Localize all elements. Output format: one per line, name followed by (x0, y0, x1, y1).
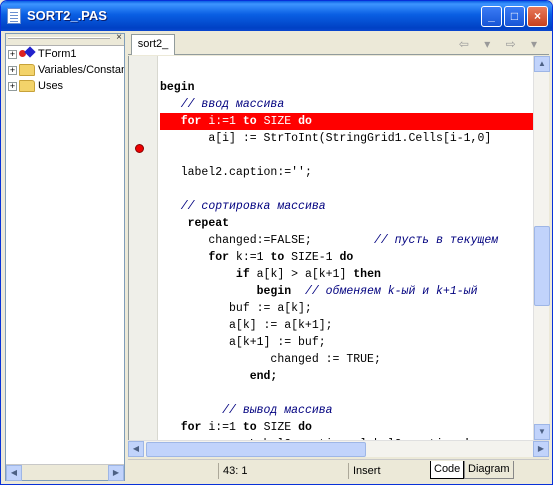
code-token: // пусть в текущем (373, 234, 499, 247)
code-token: then (353, 268, 381, 281)
code-token: end; (249, 370, 278, 383)
code-token: SIZE (263, 115, 299, 128)
code-token: to (270, 251, 292, 264)
code-token: do (298, 115, 312, 128)
code-token: a[i] := StrToInt(StringGrid1.Cells[i-1,0… (208, 132, 492, 145)
maximize-button[interactable]: □ (504, 6, 525, 27)
code-editor[interactable]: begin // ввод массива for i:=1 to SIZE d… (128, 56, 533, 440)
tree-item-label: Uses (38, 80, 64, 92)
code-line-highlighted[interactable]: for i:=1 to SIZE do (160, 113, 533, 130)
code-token: // ввод массива (180, 98, 285, 111)
code-token: // обменяем k-ый и k+1-ый (304, 285, 478, 298)
scroll-down-icon[interactable]: ▼ (534, 424, 550, 440)
code-token: SIZE (263, 421, 299, 434)
code-token: label2.caption:=''; (180, 166, 312, 179)
code-token: begin (256, 285, 305, 298)
code-line[interactable]: label2.caption:=''; (160, 164, 312, 181)
code-token: do (339, 251, 354, 264)
tab-diagram[interactable]: Diagram (464, 461, 514, 479)
code-token: i:=1 (208, 421, 243, 434)
tree-item-label: TForm1 (38, 48, 77, 60)
scroll-up-icon[interactable]: ▲ (534, 56, 550, 72)
code-token: do (298, 421, 312, 434)
code-line[interactable]: end; (160, 368, 278, 385)
code-token: k:=1 (235, 251, 271, 264)
window-title: SORT2_.PAS (27, 8, 107, 23)
scroll-right-icon[interactable]: ▶ (108, 465, 124, 481)
code-token: to (242, 115, 264, 128)
scroll-left-icon[interactable]: ◀ (6, 465, 22, 481)
code-vscrollbar[interactable]: ▲ ▼ (533, 56, 550, 440)
cursor-position: 43: 1 (218, 463, 348, 479)
code-token: for (180, 115, 209, 128)
code-explorer-panel: × + TForm1 + Variables/Constants + Uses ◀ ▶ (5, 32, 125, 481)
form-icon (19, 48, 35, 60)
folder-icon (19, 80, 35, 93)
code-line[interactable]: for i:=1 to SIZE do (160, 419, 312, 436)
edit-mode: Insert (348, 463, 428, 479)
breakpoint-icon[interactable] (135, 144, 144, 153)
code-line[interactable]: begin // обменяем k-ый и k+1-ый (160, 283, 478, 300)
file-tabbar: sort2_ ⇦ ▾ ⇨ ▾ (128, 33, 549, 55)
title-bar[interactable]: SORT2_.PAS _ □ × (1, 1, 552, 31)
code-line[interactable]: changed:=FALSE; // пусть в текущем (160, 232, 498, 249)
scroll-right-icon[interactable]: ▶ (533, 441, 549, 457)
scroll-left-icon[interactable]: ◀ (128, 441, 144, 457)
gutter[interactable] (129, 56, 158, 440)
code-token: // вывод массива (222, 404, 333, 417)
code-line[interactable]: a[i] := StrToInt(StringGrid1.Cells[i-1,0… (160, 130, 491, 147)
code-token: a[k] > a[k+1] (256, 268, 354, 281)
explorer-hscrollbar[interactable]: ◀ ▶ (6, 464, 124, 481)
hscroll-thumb[interactable] (146, 442, 366, 457)
code-hscrollbar[interactable]: ◀ ▶ (128, 440, 549, 457)
code-line[interactable]: // сортировка массива (160, 198, 326, 215)
code-line[interactable]: begin (160, 79, 195, 96)
code-token: changed:=FALSE; (208, 234, 374, 247)
vscroll-thumb[interactable] (534, 226, 550, 306)
expand-icon[interactable]: + (8, 81, 17, 91)
minimize-button[interactable]: _ (481, 6, 502, 27)
editor-window: SORT2_.PAS _ □ × × + TForm1 + Variables/Co… (0, 0, 553, 485)
code-token: // сортировка массива (180, 200, 326, 213)
code-token: repeat (187, 217, 230, 230)
file-icon (7, 8, 21, 24)
expand-icon[interactable]: + (8, 65, 17, 75)
code-line[interactable]: repeat (160, 215, 229, 232)
tree-item-uses[interactable]: + Uses (8, 78, 124, 94)
code-token: for (180, 421, 209, 434)
expand-icon[interactable]: + (8, 49, 17, 59)
code-token: a[k] := a[k+1]; (229, 319, 333, 332)
tree-item-variables[interactable]: + Variables/Constants (8, 62, 124, 78)
explorer-close-icon[interactable]: × (116, 32, 122, 43)
tree-item-tform1[interactable]: + TForm1 (8, 46, 124, 62)
folder-icon (19, 64, 35, 77)
editor-area: sort2_ ⇦ ▾ ⇨ ▾ begin // ввод массива for… (128, 33, 550, 481)
code-line[interactable]: a[k] := a[k+1]; (160, 317, 333, 334)
code-token: for (208, 251, 236, 264)
nav-buttons[interactable]: ⇦ ▾ ⇨ ▾ (459, 37, 543, 51)
tab-code[interactable]: Code (430, 461, 465, 479)
code-line[interactable]: // ввод массива (160, 96, 285, 113)
code-token: begin (160, 81, 195, 94)
tab-sort2[interactable]: sort2_ (131, 34, 175, 55)
code-token: if (235, 268, 257, 281)
tree-item-label: Variables/Constants (38, 64, 124, 76)
code-token: to (242, 421, 264, 434)
code-line[interactable]: if a[k] > a[k+1] then (160, 266, 381, 283)
code-token: a[k+1] := buf; (229, 336, 326, 349)
status-bar: 43: 1 Insert Code Diagram (128, 459, 549, 481)
code-line[interactable]: changed := TRUE; (160, 351, 381, 368)
code-line[interactable]: buf := a[k]; (160, 300, 312, 317)
code-line[interactable]: a[k+1] := buf; (160, 334, 326, 351)
code-token: changed := TRUE; (270, 353, 381, 366)
code-token: SIZE-1 (291, 251, 340, 264)
explorer-header[interactable]: × (6, 32, 124, 46)
code-line[interactable]: for k:=1 to SIZE-1 do (160, 249, 353, 266)
code-token: i:=1 (208, 115, 243, 128)
close-button[interactable]: × (527, 6, 548, 27)
code-line[interactable]: // вывод массива (160, 402, 333, 419)
code-token: buf := a[k]; (229, 302, 312, 315)
